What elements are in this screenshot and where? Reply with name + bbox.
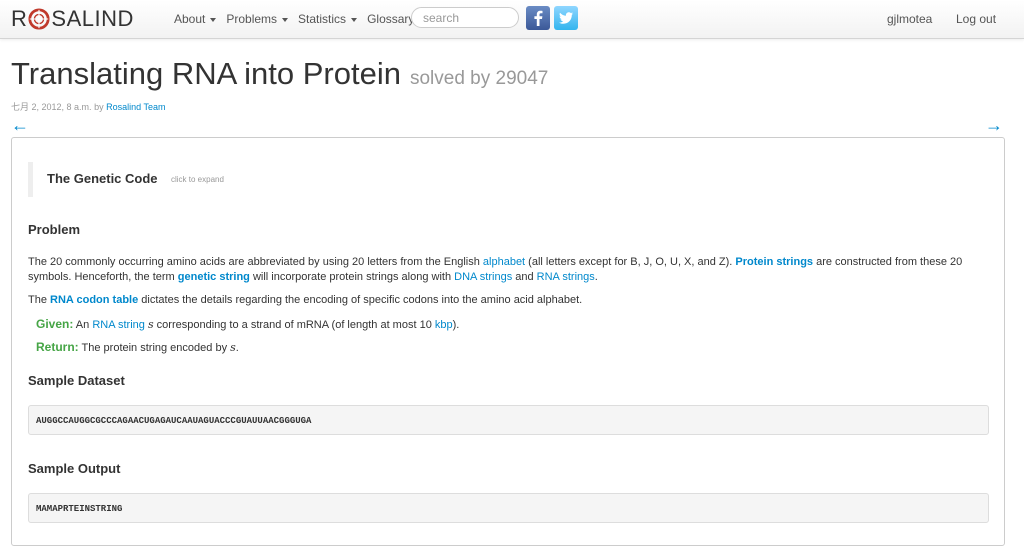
return-line: Return: The protein string encoded by s. [36,340,239,354]
text: An [73,319,93,331]
kbp-link[interactable]: kbp [435,319,453,331]
nav-about[interactable]: About [174,12,217,26]
return-label: Return: [36,340,79,354]
page-title: Translating RNA into Protein [11,56,401,91]
alphabet-link[interactable]: alphabet [483,256,525,268]
chevron-down-icon [351,17,358,22]
brand-text: SALIND [51,6,134,31]
rna-codon-table-link[interactable]: RNA codon table [50,294,138,306]
by-label: by [94,102,104,112]
text: The 20 commonly occurring amino acids ar… [28,256,483,268]
search-input[interactable] [411,7,519,28]
main-nav: About Problems Statistics Glossary [174,0,424,38]
problem-date: 七月 2, 2012, 8 a.m. [11,102,92,112]
rna-strings-link[interactable]: RNA strings [537,271,595,283]
text: . [235,342,239,354]
nav-glossary[interactable]: Glossary [367,12,414,26]
text: (all letters except for B, J, O, U, X, a… [525,256,736,268]
text: will incorporate protein strings along w… [249,271,455,283]
nav-statistics-label: Statistics [298,12,347,26]
sample-dataset-heading: Sample Dataset [28,373,125,388]
problem-card: The Genetic Code click to expand Problem… [11,137,1005,546]
facebook-icon [534,10,543,26]
next-problem-arrow[interactable]: → [985,115,1003,136]
text: The [28,294,51,306]
logout-link[interactable]: Log out [956,12,996,26]
genetic-string-link[interactable]: genetic string [178,271,250,283]
nav-statistics[interactable]: Statistics [298,12,358,26]
twitter-link[interactable] [554,6,578,30]
sample-dataset-block: AUGGCCAUGGCGCCCAGAACUGAGAUCAAUAGUACCCGUA… [28,405,989,435]
dna-strings-link[interactable]: DNA strings [454,271,512,283]
problem-title-row: Translating RNA into Protein solved by 2… [11,56,548,92]
brand-logo[interactable]: R SALIND [11,6,134,32]
text: . [594,271,598,283]
genetic-code-title: The Genetic Code [47,171,158,186]
author-link[interactable]: Rosalind Team [106,102,165,112]
twitter-icon [558,12,573,24]
rosalind-logo-icon [28,8,50,30]
text: and [512,271,537,283]
text: The protein string encoded by [78,342,231,354]
problem-paragraph-2: The RNA codon table dictates the details… [28,293,978,308]
solved-count: solved by 29047 [409,68,549,89]
given-label: Given: [36,317,74,331]
text: corresponding to a strand of mRNA (of le… [153,319,435,331]
text: dictates the details regarding the encod… [138,294,583,306]
problem-meta: 七月 2, 2012, 8 a.m. by Rosalind Team [11,100,165,113]
given-line: Given: An RNA string s corresponding to … [36,317,459,331]
chevron-down-icon [210,17,217,22]
prev-problem-arrow[interactable]: ← [11,115,29,136]
protein-strings-link[interactable]: Protein strings [735,256,813,268]
sample-output-block: MAMAPRTEINSTRING [28,493,989,523]
problem-paragraph-1: The 20 commonly occurring amino acids ar… [28,255,978,285]
problem-heading: Problem [28,222,81,237]
nav-problems-label: Problems [226,12,278,26]
brand-letter-r: R [11,6,28,31]
top-navbar: R SALIND About Problems Statistics Gloss… [0,0,1024,39]
sample-output-heading: Sample Output [28,461,121,476]
nav-about-label: About [174,12,206,26]
user-profile-link[interactable]: gjlmotea [887,12,932,26]
chevron-down-icon [282,17,289,22]
expand-hint: click to expand [171,175,224,184]
rna-string-link[interactable]: RNA string [92,319,145,331]
facebook-link[interactable] [526,6,550,30]
nav-problems[interactable]: Problems [226,12,289,26]
text: ). [452,319,460,331]
genetic-code-expander[interactable]: The Genetic Code click to expand [28,162,328,197]
